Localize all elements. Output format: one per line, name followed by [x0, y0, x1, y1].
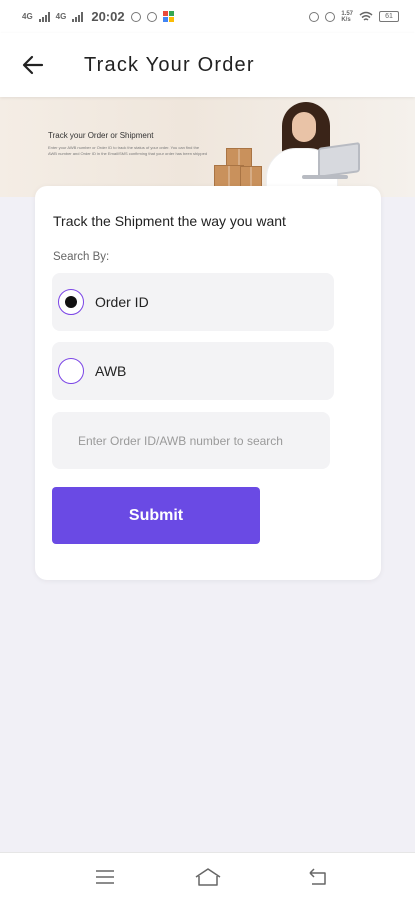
laptop-base-illustration — [302, 175, 348, 179]
alarm-icon — [309, 11, 320, 22]
sync-icon — [130, 11, 141, 22]
status-bar: 4G 4G 20:02 1.57 K/s 61 — [0, 0, 415, 33]
status-time: 20:02 — [91, 9, 125, 24]
woman-face-illustration — [292, 112, 316, 142]
wifi-icon — [359, 11, 373, 21]
order-id-radio[interactable] — [58, 289, 84, 315]
banner-heading: Track your Order or Shipment — [48, 131, 154, 140]
card-title: Track the Shipment the way you want — [53, 213, 286, 229]
banner-text: Enter your AWB number or Order ID to tra… — [48, 145, 208, 156]
status-left: 4G 4G 20:02 — [22, 9, 174, 24]
menu-icon — [96, 870, 114, 884]
page-title: Track Your Order — [84, 53, 255, 76]
signal-1-label: 4G — [22, 11, 33, 21]
awb-label: AWB — [95, 363, 127, 379]
nav-home-button[interactable] — [188, 863, 228, 891]
arrow-left-icon — [22, 55, 44, 75]
signal-2-icon — [72, 11, 84, 22]
system-nav-bar — [0, 852, 415, 900]
notification-icon — [146, 11, 157, 22]
radio-selected-dot — [65, 296, 77, 308]
nav-menu-button[interactable] — [85, 863, 125, 891]
status-right: 1.57 K/s 61 — [309, 11, 399, 23]
signal-2-label: 4G — [55, 11, 67, 21]
back-icon — [309, 868, 326, 885]
search-by-label: Search By: — [53, 251, 110, 263]
app-bar: Track Your Order — [0, 33, 415, 97]
call-icon — [325, 11, 336, 22]
back-button[interactable] — [0, 33, 66, 97]
nav-back-button[interactable] — [297, 863, 337, 891]
laptop-illustration — [318, 142, 360, 178]
home-icon — [195, 868, 221, 886]
signal-1-icon — [38, 11, 50, 22]
app-grid-icon — [162, 11, 174, 22]
battery-icon: 61 — [379, 11, 399, 22]
search-input[interactable] — [52, 412, 330, 469]
package-box-illustration — [240, 166, 262, 187]
option-order-id[interactable]: Order ID — [52, 273, 334, 331]
track-shipment-card: Track the Shipment the way you want Sear… — [35, 186, 381, 580]
order-id-label: Order ID — [95, 294, 149, 310]
submit-button[interactable]: Submit — [52, 487, 260, 544]
network-speed: 1.57 K/s — [341, 10, 353, 23]
awb-radio[interactable] — [58, 358, 84, 384]
option-awb[interactable]: AWB — [52, 342, 334, 400]
